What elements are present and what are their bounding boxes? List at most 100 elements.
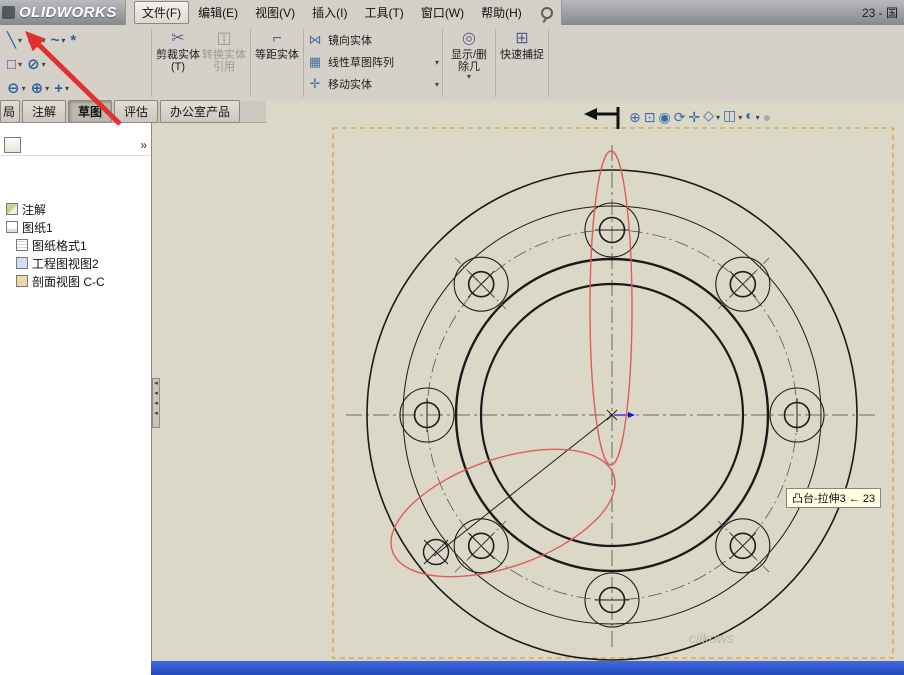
section-arrow (584, 107, 618, 129)
mirror-entities-icon: ⋈ (307, 32, 323, 48)
tab-office-products[interactable]: 办公室产品 (160, 100, 240, 123)
view-orientation-icon[interactable]: ◇ (703, 106, 720, 127)
toolbar-separator (250, 29, 251, 97)
feature-tree: 注解 图纸1 图纸格式1 工程图视图2 剖面视图 C-C (0, 200, 151, 290)
offset-entities-icon: ⌐ (272, 29, 281, 49)
display-delete-relations-label: 显示/删除几 (446, 49, 492, 73)
solidworks-window: OLIDWORKS 文件(F) 编辑(E) 视图(V) 插入(I) 工具(T) … (0, 0, 904, 675)
drawing-area[interactable]: cilkows ⊕ ⊡ ◉ ⟳ ✛ ◇ ◫ ◐ ● 凸台-拉伸3 ← 23 (151, 101, 904, 661)
tree-item-drawing-view2[interactable]: 工程图视图2 (0, 254, 151, 272)
rectangle-tool-button[interactable]: □ (6, 56, 23, 73)
tree-item-label: 剖面视图 C-C (32, 273, 105, 290)
display-style-icon[interactable]: ◫ (723, 106, 742, 127)
trim-entities-button[interactable]: ✂ 剪裁实体(T) (155, 25, 201, 101)
heads-up-view-toolbar: ⊕ ⊡ ◉ ⟳ ✛ ◇ ◫ ◐ ● (629, 106, 771, 127)
red-markup-ellipses (375, 151, 632, 602)
toolbar-separator (442, 29, 443, 97)
sheet-border (333, 128, 893, 658)
dropdown-caret-icon[interactable]: ▾ (467, 73, 471, 81)
tree-item-sheet1[interactable]: 图纸1 (0, 218, 151, 236)
offset-entities-label: 等距实体 (254, 49, 300, 61)
watermark-text: cilkows (689, 630, 734, 646)
menu-file[interactable]: 文件(F) (134, 1, 189, 24)
menu-insert[interactable]: 插入(I) (304, 1, 355, 24)
zoom-area-icon[interactable]: ⊡ (644, 108, 656, 126)
zoom-fit-icon[interactable]: ⊕ (629, 108, 641, 126)
panel-expand-chevron-icon[interactable]: » (140, 138, 147, 152)
flange-view (346, 145, 879, 660)
linear-pattern-icon: ▦ (307, 54, 323, 70)
point-tool-button[interactable]: * (69, 32, 77, 49)
entity-ops-stack: ⋈ 镜向实体 ▦ 线性草图阵列 ✛ 移动实体 (307, 25, 439, 101)
tree-item-label: 图纸1 (22, 219, 53, 236)
quick-snaps-button[interactable]: ⊞ 快速捕捉 (499, 25, 545, 101)
panel-toolbar: » (0, 135, 151, 156)
mirror-entities-label: 镜向实体 (328, 32, 372, 48)
titlebar: OLIDWORKS 文件(F) 编辑(E) 视图(V) 插入(I) 工具(T) … (0, 0, 904, 25)
app-logo: OLIDWORKS (19, 4, 117, 21)
spline-icon: ~ (51, 32, 60, 49)
zoom-in-out-icon[interactable]: ◉ (658, 108, 670, 126)
line-tool-button[interactable]: ╲ (6, 31, 23, 49)
plus-tool-button[interactable]: + (53, 80, 70, 97)
tab-layout[interactable]: 局 (0, 100, 20, 123)
menu-window[interactable]: 窗口(W) (413, 1, 472, 24)
menu-help[interactable]: 帮助(H) (473, 1, 530, 24)
menu-view[interactable]: 视图(V) (247, 1, 303, 24)
annotations-icon (6, 203, 18, 215)
display-delete-relations-icon: ◎ (462, 29, 476, 49)
panel-splitter-handle[interactable]: ◂◂◂◂ (152, 378, 160, 428)
circle-icon: ⊙ (27, 31, 40, 49)
tab-annotation[interactable]: 注解 (22, 100, 66, 123)
rectangle-icon: □ (7, 56, 16, 73)
move-entities-button[interactable]: ✛ 移动实体 (307, 74, 439, 94)
dropdown-caret-icon[interactable] (433, 56, 439, 68)
mirror-entities-button[interactable]: ⋈ 镜向实体 (307, 30, 439, 50)
pattern-tool-button[interactable]: ⊕ (30, 79, 51, 97)
section-view-icon (16, 275, 28, 287)
ellipse-icon: ⊘ (27, 55, 40, 73)
display-delete-relations-button[interactable]: ◎ 显示/删除几 ▾ (446, 25, 492, 101)
convert-entities-icon: ◫ (216, 29, 231, 49)
tree-item-sheet-format1[interactable]: 图纸格式1 (0, 236, 151, 254)
scene-icon[interactable]: ● (763, 108, 771, 126)
drawing-canvas[interactable]: cilkows (151, 101, 904, 661)
line-icon: ╲ (7, 31, 16, 49)
hide-show-items-icon[interactable]: ◐ (745, 106, 759, 127)
pan-icon[interactable]: ✛ (688, 108, 700, 126)
offset-entities-button[interactable]: ⌐ 等距实体 (254, 25, 300, 101)
linear-pattern-button[interactable]: ▦ 线性草图阵列 (307, 52, 439, 72)
sketch-toolbar: ╲ ⊙ ~ * □ ⊘ ⊖ ⊕ + ✂ 剪裁实体(T) ◫ 转换实体引用 (0, 25, 904, 102)
convert-entities-label: 转换实体引用 (201, 49, 247, 73)
feature-tooltip: 凸台-拉伸3 ← 23 (786, 488, 881, 508)
tab-sketch[interactable]: 草图 (68, 100, 112, 123)
move-entities-icon: ✛ (307, 76, 323, 92)
sheet-tab-icon[interactable] (4, 137, 21, 153)
pin-icon[interactable] (541, 7, 553, 19)
window-title-text: 23 - 国 (862, 4, 904, 21)
circle-tool-button[interactable]: ⊙ (26, 31, 47, 49)
plus-icon: + (54, 80, 63, 97)
drawing-view-icon (16, 257, 28, 269)
toolbar-separator (303, 29, 304, 97)
origin-arrow (614, 412, 635, 418)
convert-entities-button[interactable]: ◫ 转换实体引用 (201, 25, 247, 101)
menu-tools[interactable]: 工具(T) (356, 1, 411, 24)
slot-tool-button[interactable]: ⊖ (6, 79, 27, 97)
tab-evaluate[interactable]: 评估 (114, 100, 158, 123)
command-manager-tabs: 局 注解 草图 评估 办公室产品 (0, 101, 266, 123)
circular-pattern-icon: ⊕ (31, 79, 44, 97)
sketch-tool-grid: ╲ ⊙ ~ * □ ⊘ ⊖ ⊕ + (0, 25, 148, 101)
dropdown-caret-icon[interactable] (433, 78, 439, 90)
tree-item-section-view-cc[interactable]: 剖面视图 C-C (0, 272, 151, 290)
ellipse-tool-button[interactable]: ⊘ (26, 55, 47, 73)
point-icon: * (70, 32, 76, 49)
trim-entities-label: 剪裁实体(T) (155, 49, 201, 73)
menu-edit[interactable]: 编辑(E) (190, 1, 246, 24)
spline-tool-button[interactable]: ~ (50, 32, 67, 49)
tree-item-annotations[interactable]: 注解 (0, 200, 151, 218)
move-entities-label: 移动实体 (328, 76, 372, 92)
taskbar-strip (151, 661, 904, 675)
app-icon (2, 6, 15, 19)
rotate-view-icon[interactable]: ⟳ (674, 108, 686, 126)
